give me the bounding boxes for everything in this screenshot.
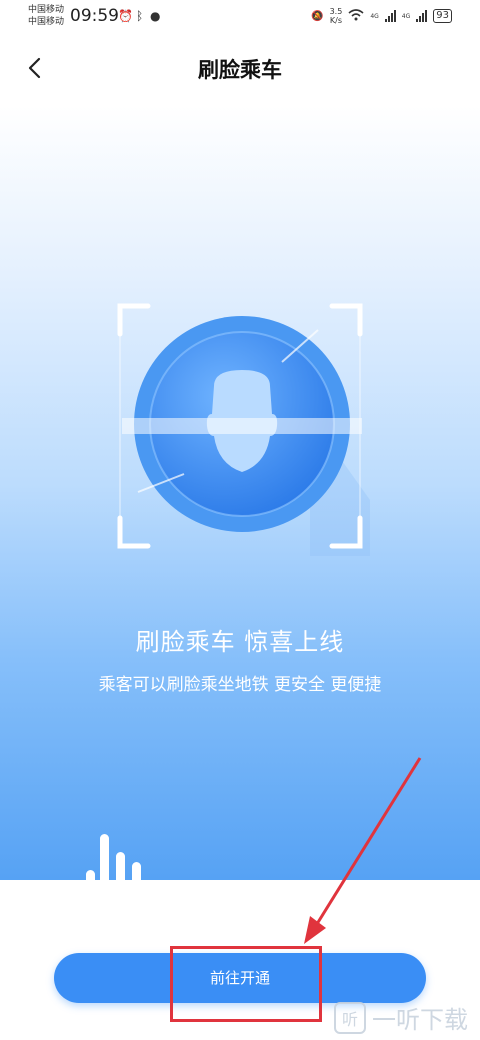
speed-value: 3.5 bbox=[329, 7, 343, 16]
page-title: 刷脸乘车 bbox=[198, 58, 282, 82]
carrier-info: 中国移动 中国移动 bbox=[28, 4, 64, 28]
clock: 09:59 bbox=[70, 6, 119, 26]
status-bar: 中国移动 中国移动 09:59 ⏰ ᛒ ● 🔕 3.5 K/s 4G 4G 93 bbox=[0, 0, 480, 34]
signal-1-icon bbox=[384, 10, 396, 22]
network-speed: 3.5 K/s bbox=[330, 7, 343, 25]
alarm-icon: ⏰ bbox=[118, 9, 133, 23]
battery-level: 93 bbox=[433, 9, 452, 23]
network-type-1: 4G bbox=[370, 12, 379, 20]
sound-wave-decoration bbox=[80, 830, 160, 945]
carrier-2: 中国移动 bbox=[28, 17, 65, 27]
nav-bar: 刷脸乘车 bbox=[0, 34, 480, 104]
status-right: 🔕 3.5 K/s 4G 4G 93 bbox=[311, 7, 452, 25]
watermark-text: 一听下载 bbox=[372, 1006, 468, 1034]
bluetooth-icon: ᛒ bbox=[136, 9, 144, 23]
network-type-2: 4G bbox=[401, 12, 411, 20]
carrier-1: 中国移动 bbox=[28, 5, 65, 15]
mute-icon: 🔕 bbox=[311, 10, 324, 22]
annotation-highlight-box bbox=[170, 946, 322, 1022]
annotation-arrow-icon bbox=[290, 750, 440, 950]
watermark: 听 一听下载 bbox=[334, 1000, 468, 1035]
location-icon: ● bbox=[150, 9, 161, 23]
speed-unit: K/s bbox=[329, 16, 343, 25]
watermark-logo-icon: 听 bbox=[334, 1001, 366, 1034]
signal-2-icon bbox=[416, 10, 428, 22]
wifi-icon bbox=[348, 8, 364, 24]
headline: 刷脸乘车 惊喜上线 bbox=[135, 628, 345, 656]
face-scan-illustration bbox=[110, 296, 410, 556]
subheadline: 乘客可以刷脸乘坐地铁 更安全 更便捷 bbox=[98, 675, 382, 695]
